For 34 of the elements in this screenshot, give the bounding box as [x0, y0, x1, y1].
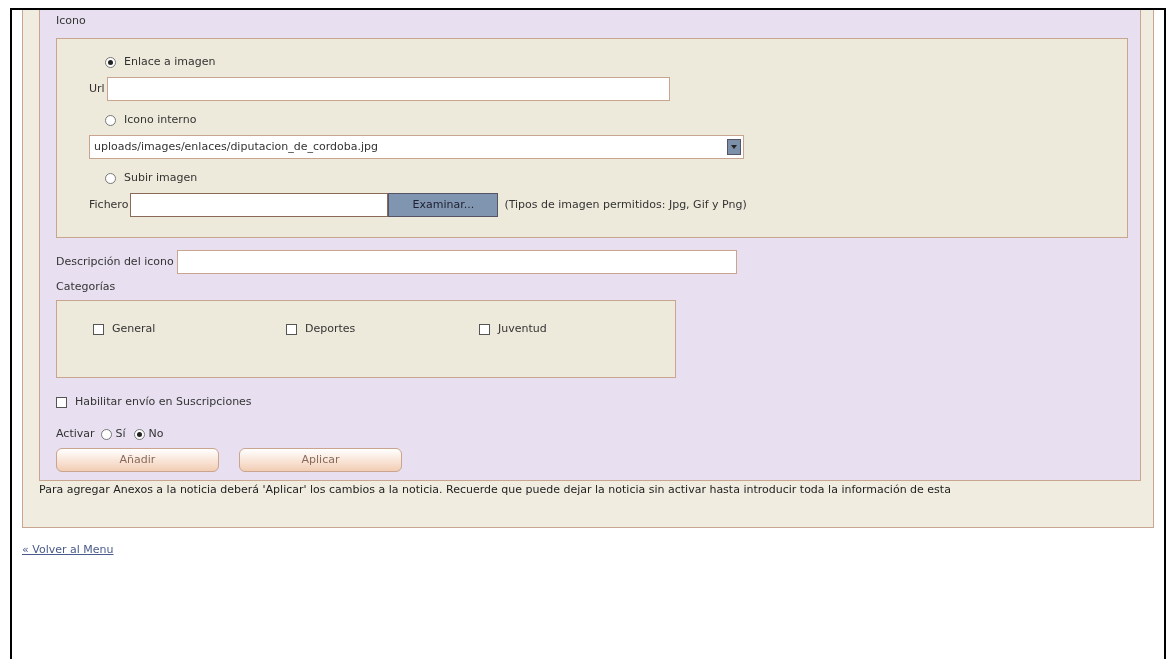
action-button[interactable]: Aplicar: [239, 448, 402, 472]
field-label: Activar: [56, 425, 95, 442]
radio-label: No: [148, 425, 164, 442]
checkbox[interactable]: [93, 323, 104, 335]
description-field[interactable]: [176, 250, 737, 274]
radio-button[interactable]: [100, 428, 112, 440]
radio-label: Enlace a imagen: [124, 53, 216, 70]
radio-label: Icono interno: [124, 111, 197, 128]
radio-label: Subir imagen: [124, 169, 198, 186]
radio-button[interactable]: [133, 428, 145, 440]
browse-button[interactable]: Examinar...: [388, 193, 499, 217]
select-field[interactable]: uploads/images/enlaces/diputacion_de_cordoba.jpg: [89, 135, 744, 159]
back-link[interactable]: « Volver al Menu: [22, 543, 114, 556]
radio-label: Sí: [115, 425, 126, 442]
checkbox-label: Deportes: [305, 320, 356, 337]
radio-button[interactable]: [105, 56, 116, 68]
file-field[interactable]: [130, 193, 389, 217]
section-label: Icono: [56, 13, 87, 29]
field-label: Descripción del icono: [56, 253, 174, 270]
action-button[interactable]: Añadir: [56, 448, 219, 472]
checkbox-label: Habilitar envío en Suscripciones: [75, 393, 252, 410]
checkbox[interactable]: [479, 323, 490, 335]
url-field[interactable]: [106, 77, 670, 101]
checkbox[interactable]: [56, 396, 67, 408]
section-label: Categorías: [56, 279, 117, 295]
hint-text: (Tipos de imagen permitidos: Jpg, Gif y Png): [504, 196, 747, 213]
field-label: Fichero: [89, 196, 129, 213]
radio-button[interactable]: [105, 114, 116, 126]
note-text: Para agregar Anexos a la noticia deberá 'Aplicar' los cambios a la noticia. Recuerde que puede dejar la noticia sin activar hasta introducir toda la información de esta: [39, 483, 952, 498]
checkbox-label: Juventud: [498, 320, 547, 337]
radio-button[interactable]: [105, 172, 116, 184]
checkbox-label: General: [112, 320, 156, 337]
checkbox[interactable]: [286, 323, 297, 335]
field-label: Url: [89, 80, 105, 97]
